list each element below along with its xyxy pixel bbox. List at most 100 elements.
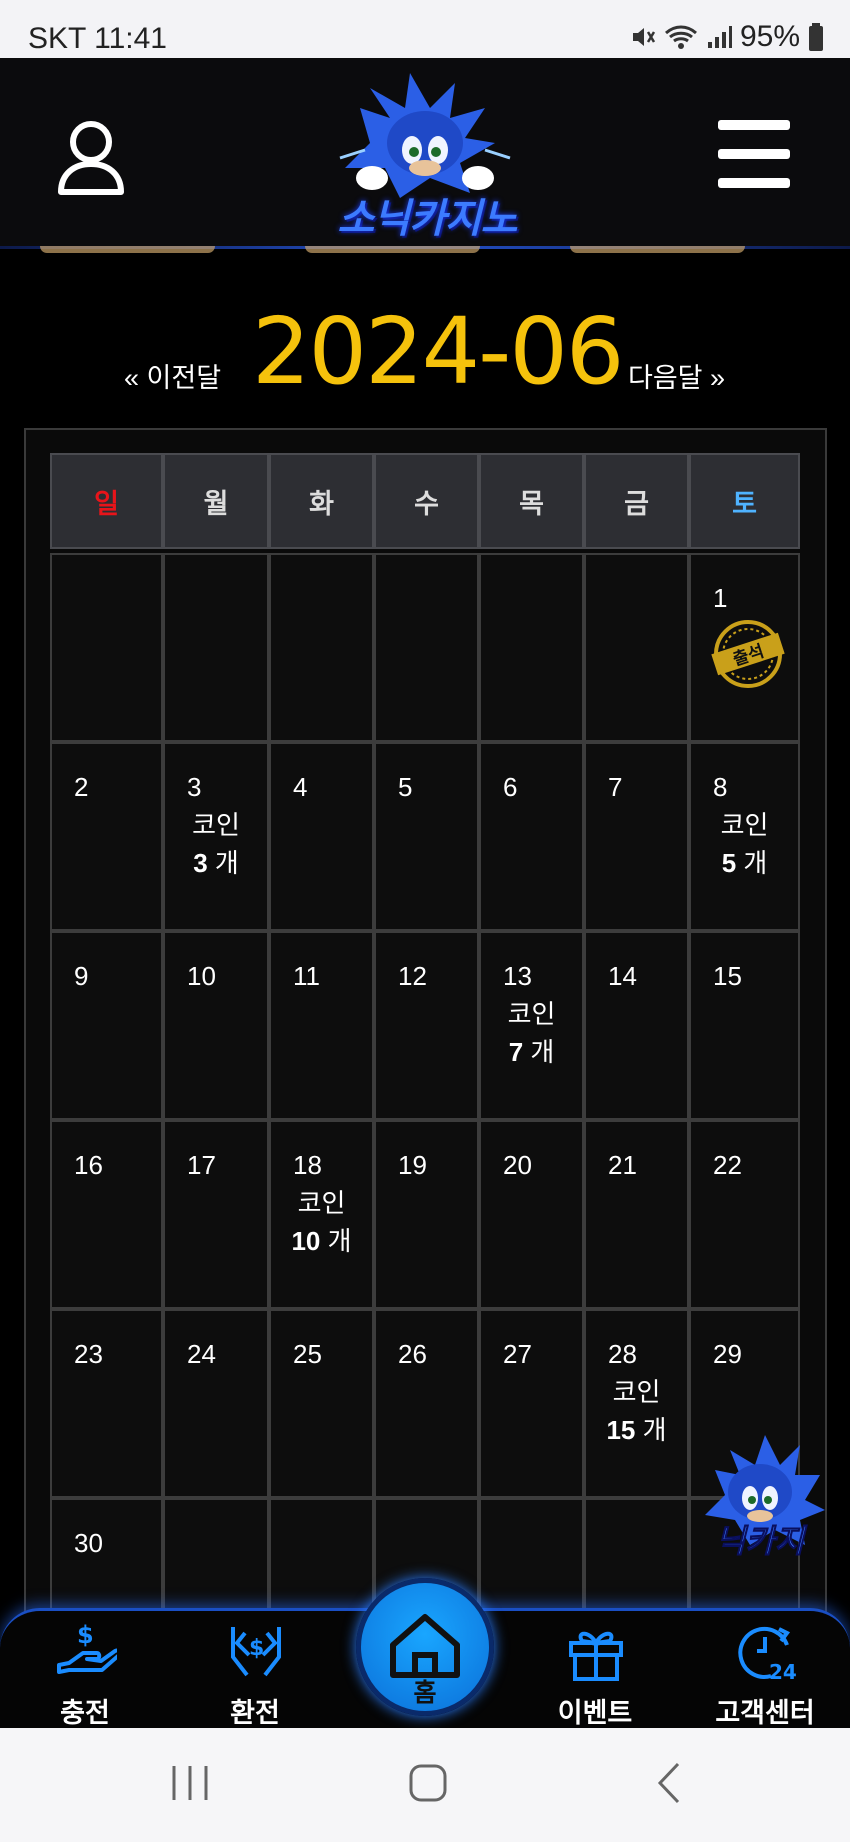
calendar-day-cell[interactable]: 22 [689,1120,800,1309]
svg-text:$: $ [77,1621,94,1649]
calendar-day-cell[interactable]: 1 출석 [689,553,800,742]
nav-deposit[interactable]: $ 충전 [10,1611,160,1731]
coin-label: 코인 [297,1188,346,1218]
calendar-day-cell[interactable]: 8 코인 5 개 [689,742,800,931]
day-number: 28 [608,1339,637,1369]
deposit-icon: $ [57,1621,117,1674]
svg-text:닉카지: 닉카지 [716,1522,808,1560]
svg-text:24: 24 [769,1660,797,1683]
nav-home[interactable]: 홈 [356,1578,494,1716]
calendar-day-cell[interactable]: 9 [50,931,163,1120]
calendar-day-cell[interactable]: 11 [269,931,374,1120]
weekday-header-cell: 수 [374,453,479,549]
battery-icon [809,23,823,51]
coin-amount: 5 개 [691,844,798,882]
calendar-day-cell[interactable]: 6 [479,742,584,931]
calendar-empty-cell [374,553,479,742]
floating-mascot-button[interactable]: 닉카지 [690,1430,830,1560]
calendar-day-cell[interactable]: 2 [50,742,163,931]
coin-unit: 개 [320,1226,352,1256]
gift-icon [569,1631,623,1681]
calendar-day-cell[interactable]: 25 [269,1309,374,1498]
day-number: 5 [398,772,413,802]
calendar-week-row: 16 17 18 코인 10 개 19 20 21 22 [50,1120,800,1309]
day-number: 7 [608,772,623,802]
support-24-icon: 24 [738,1626,797,1683]
header-tab-stubs [0,246,850,254]
hamburger-menu-button[interactable] [718,120,794,188]
calendar-day-cell[interactable]: 18 코인 10 개 [269,1120,374,1309]
signal-icon [707,26,732,48]
calendar-day-cell[interactable]: 10 [163,931,269,1120]
calendar-week-row: 23 24 25 26 27 28 코인 15 개 29 [50,1309,800,1498]
calendar-day-cell[interactable]: 14 [584,931,689,1120]
day-number: 29 [713,1339,742,1369]
coin-label: 코인 [192,810,240,840]
calendar-day-cell[interactable]: 21 [584,1120,689,1309]
calendar-day-cell[interactable]: 26 [374,1309,479,1498]
day-number: 27 [503,1339,532,1369]
nav-exchange[interactable]: $ 환전 [180,1611,330,1731]
calendar-day-cell[interactable]: 5 [374,742,479,931]
coin-count: 15 [606,1415,636,1445]
previous-month-link[interactable]: « 이전달 [124,356,221,395]
nav-deposit-label: 충전 [60,1698,110,1728]
day-number: 4 [293,772,308,802]
day-number: 21 [608,1150,637,1180]
coin-label: 코인 [612,1377,661,1407]
recent-apps-icon[interactable] [170,1758,210,1808]
calendar-day-cell[interactable]: 27 [479,1309,584,1498]
day-number: 3 [187,772,202,802]
calendar-day-cell[interactable]: 13 코인 7 개 [479,931,584,1120]
user-profile-button[interactable] [56,118,126,198]
day-number: 13 [503,961,532,991]
day-number: 16 [74,1150,103,1180]
calendar-day-cell[interactable]: 15 [689,931,800,1120]
logo-text: 소닉카지노 [337,196,518,242]
coin-reward: 코인 15 개 [586,1373,687,1449]
calendar-day-cell[interactable]: 24 [163,1309,269,1498]
weekday-header-cell: 일 [50,453,163,549]
coin-count: 3 [193,848,208,878]
site-logo[interactable]: 소닉카지노 [300,68,550,248]
calendar-week-row: 9 10 11 12 13 코인 7 개 14 15 [50,931,800,1120]
calendar-empty-cell [269,553,374,742]
day-number: 15 [713,961,742,991]
calendar-day-cell[interactable]: 17 [163,1120,269,1309]
status-bar: SKT 11:41 95% [0,0,850,58]
calendar-day-cell[interactable]: 28 코인 15 개 [584,1309,689,1498]
battery-level: 95% [739,20,800,53]
exchange-icon: $ [231,1627,281,1677]
weekday-header-cell: 토 [689,453,800,549]
day-number: 9 [74,961,89,991]
calendar-day-cell[interactable]: 20 [479,1120,584,1309]
next-month-link[interactable]: 다음달 » [628,356,725,395]
back-icon[interactable] [650,1758,690,1808]
day-number: 22 [713,1150,742,1180]
calendar-empty-cell [163,553,269,742]
attendance-stamp-icon: 출석 [711,620,785,688]
calendar-day-cell[interactable]: 12 [374,931,479,1120]
coin-reward: 코인 3 개 [165,806,267,882]
day-number: 26 [398,1339,427,1369]
day-number: 14 [608,961,637,991]
weekday-header-cell: 월 [163,453,269,549]
calendar-day-cell[interactable]: 7 [584,742,689,931]
calendar-empty-cell [50,553,163,742]
coin-unit: 개 [736,848,768,878]
weekday-header-cell: 화 [269,453,374,549]
day-number: 8 [713,772,728,802]
day-number: 18 [293,1150,322,1180]
tab-stub [40,246,215,253]
calendar-day-cell[interactable]: 3 코인 3 개 [163,742,269,931]
calendar-day-cell[interactable]: 19 [374,1120,479,1309]
home-system-icon[interactable] [408,1758,448,1808]
nav-event[interactable]: 이벤트 [520,1611,670,1731]
calendar-day-cell[interactable]: 16 [50,1120,163,1309]
nav-support[interactable]: 24 고객센터 [690,1611,840,1731]
calendar-grid: 1 출석 2 3 코인 3 개 4 5 6 7 8 코인 5 개 9 10 11 12 13 코인 7 개 14 15 16… [50,553,800,1687]
coin-label: 코인 [720,810,769,840]
calendar-empty-cell [479,553,584,742]
calendar-day-cell[interactable]: 4 [269,742,374,931]
calendar-day-cell[interactable]: 23 [50,1309,163,1498]
